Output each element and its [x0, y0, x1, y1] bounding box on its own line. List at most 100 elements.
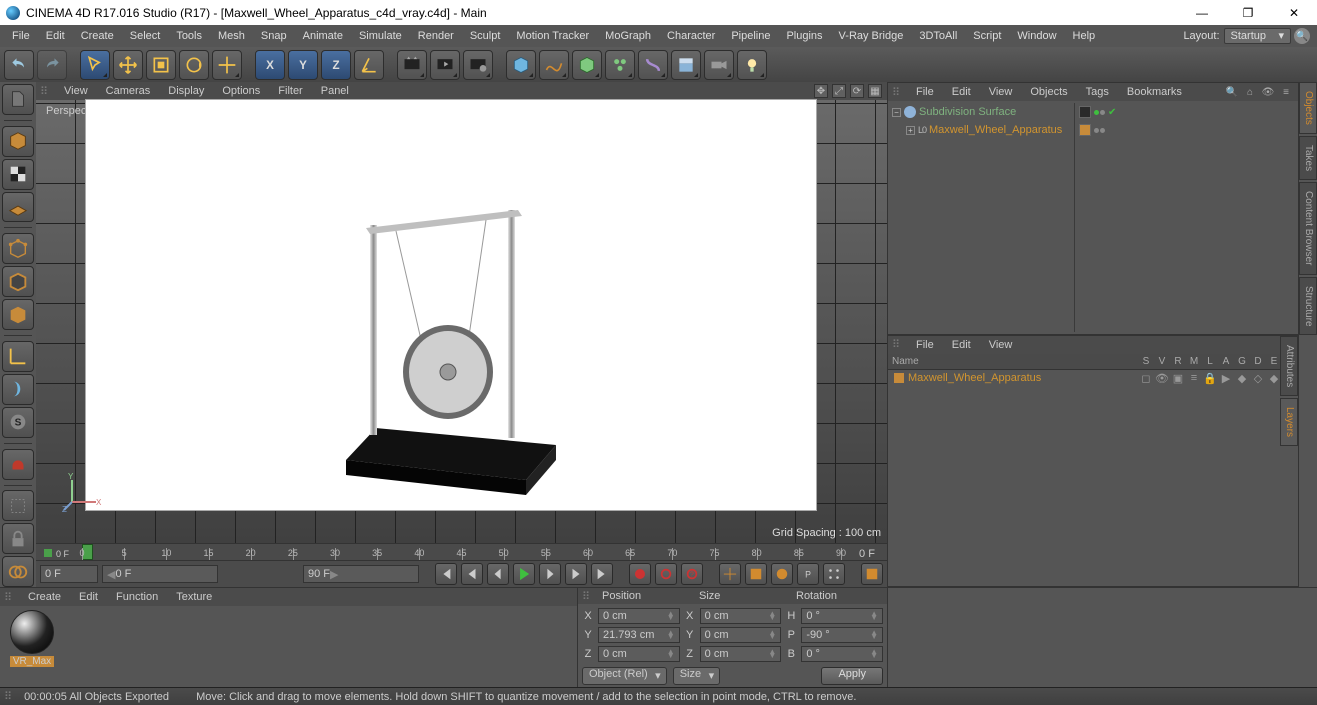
edge-mode-button[interactable]	[2, 266, 34, 297]
menu-sculpt[interactable]: Sculpt	[462, 25, 509, 47]
xray-mode-button[interactable]	[2, 556, 34, 587]
menu-tools[interactable]: Tools	[168, 25, 210, 47]
next-frame-button[interactable]	[539, 563, 561, 585]
menu-bookmarks[interactable]: Bookmarks	[1119, 83, 1190, 101]
layer-render-toggle[interactable]: ▣	[1170, 372, 1186, 385]
layer-view-toggle[interactable]: 👁	[1154, 372, 1170, 385]
visibility-dots[interactable]	[1094, 110, 1105, 115]
tree-row-maxwell-wheel[interactable]: + L0 Maxwell_Wheel_Apparatus	[888, 121, 1074, 139]
side-tab-layers[interactable]: Layers	[1280, 398, 1298, 446]
viewport-zoom-icon[interactable]: ⤢	[832, 84, 846, 98]
menu-simulate[interactable]: Simulate	[351, 25, 410, 47]
render-pv-button[interactable]	[430, 50, 460, 80]
size-y-field[interactable]: 0 cm▲▼	[700, 627, 782, 643]
layout-select[interactable]: Startup	[1224, 28, 1291, 44]
viewport-move-icon[interactable]: ✥	[814, 84, 828, 98]
key-scale-toggle[interactable]	[745, 563, 767, 585]
pos-z-field[interactable]: 0 cm▲▼	[598, 646, 680, 662]
menu-edit[interactable]: Edit	[944, 83, 979, 101]
window-maximize-button[interactable]: ❐	[1225, 0, 1271, 25]
layer-tag-icon[interactable]	[1079, 106, 1091, 118]
move-tool[interactable]	[113, 50, 143, 80]
menu-3dtoall[interactable]: 3DToAll	[911, 25, 965, 47]
play-button[interactable]	[513, 563, 535, 585]
menu-objects[interactable]: Objects	[1022, 83, 1075, 101]
side-tab-structure[interactable]: Structure	[1299, 277, 1317, 336]
next-key-button[interactable]	[565, 563, 587, 585]
model-mode-button[interactable]	[2, 126, 34, 157]
size-x-field[interactable]: 0 cm▲▼	[700, 608, 782, 624]
menu-edit[interactable]: Edit	[38, 25, 73, 47]
add-environment-button[interactable]	[671, 50, 701, 80]
render-settings-button[interactable]	[463, 50, 493, 80]
add-spline-button[interactable]	[539, 50, 569, 80]
layer-gen-toggle[interactable]: ◆	[1234, 372, 1250, 385]
pos-y-field[interactable]: 21.793 cm▲▼	[598, 627, 680, 643]
viewport-solo-button[interactable]	[2, 374, 34, 405]
layer-anim-toggle[interactable]: ▶	[1218, 372, 1234, 385]
menu-script[interactable]: Script	[965, 25, 1009, 47]
add-primitive-button[interactable]	[506, 50, 536, 80]
menu-select[interactable]: Select	[122, 25, 169, 47]
rot-p-field[interactable]: -90 °▲▼	[801, 627, 883, 643]
grip-icon[interactable]: ⠿	[892, 86, 906, 99]
rotate-tool[interactable]	[179, 50, 209, 80]
filter-icon[interactable]: ≡	[1279, 85, 1293, 99]
grip-icon[interactable]: ⠿	[582, 590, 596, 603]
side-tab-takes[interactable]: Takes	[1299, 136, 1317, 180]
menu-file[interactable]: File	[4, 25, 38, 47]
prev-key-button[interactable]	[461, 563, 483, 585]
coords-apply-button[interactable]: Apply	[821, 667, 883, 685]
menu-view[interactable]: View	[56, 82, 96, 100]
menu-pipeline[interactable]: Pipeline	[723, 25, 778, 47]
coords-size-select[interactable]: Size	[673, 667, 720, 685]
search-commands-icon[interactable]: 🔍	[1294, 28, 1310, 44]
redo-button[interactable]	[37, 50, 67, 80]
viewport[interactable]: Perspective	[36, 100, 887, 543]
menu-render[interactable]: Render	[410, 25, 462, 47]
rot-h-field[interactable]: 0 °▲▼	[801, 608, 883, 624]
menu-edit[interactable]: Edit	[944, 336, 979, 354]
add-mograph-button[interactable]	[605, 50, 635, 80]
grip-icon[interactable]: ⠿	[4, 591, 18, 604]
prev-frame-button[interactable]	[487, 563, 509, 585]
record-button[interactable]	[629, 563, 651, 585]
menu-plugins[interactable]: Plugins	[778, 25, 830, 47]
soft-selection-button[interactable]	[2, 449, 34, 480]
menu-display[interactable]: Display	[160, 82, 212, 100]
goto-end-button[interactable]	[591, 563, 613, 585]
add-deformer-button[interactable]	[638, 50, 668, 80]
last-tool[interactable]	[212, 50, 242, 80]
menu-help[interactable]: Help	[1065, 25, 1104, 47]
menu-function[interactable]: Function	[108, 588, 166, 606]
undo-button[interactable]	[4, 50, 34, 80]
timeline-current-frame-field[interactable]: 0 F	[40, 565, 98, 583]
layer-tag-icon[interactable]	[1079, 124, 1091, 136]
menu-panel[interactable]: Panel	[313, 82, 357, 100]
menu-create[interactable]: Create	[20, 588, 69, 606]
menu-mesh[interactable]: Mesh	[210, 25, 253, 47]
tweak-mode-button[interactable]	[2, 490, 34, 521]
render-view-button[interactable]	[397, 50, 427, 80]
layer-lock-toggle[interactable]: 🔒	[1202, 372, 1218, 385]
axis-x-toggle[interactable]: X	[255, 50, 285, 80]
snap-enable-button[interactable]: S	[2, 407, 34, 438]
grip-icon[interactable]: ⠿	[4, 690, 12, 703]
size-z-field[interactable]: 0 cm▲▼	[700, 646, 782, 662]
menu-mograph[interactable]: MoGraph	[597, 25, 659, 47]
workplane-mode-button[interactable]	[2, 192, 34, 223]
menu-file[interactable]: File	[908, 336, 942, 354]
live-selection-tool[interactable]	[80, 50, 110, 80]
timeline-range-max-field[interactable]: 90 F ▶	[303, 565, 419, 583]
menu-tags[interactable]: Tags	[1078, 83, 1117, 101]
viewport-rotate-icon[interactable]: ⟳	[850, 84, 864, 98]
eye-icon[interactable]: 👁	[1261, 85, 1275, 99]
key-pos-toggle[interactable]	[719, 563, 741, 585]
menu-view[interactable]: View	[981, 83, 1021, 101]
menu-edit[interactable]: Edit	[71, 588, 106, 606]
window-minimize-button[interactable]: —	[1179, 0, 1225, 25]
menu-texture[interactable]: Texture	[168, 588, 220, 606]
menu-cameras[interactable]: Cameras	[98, 82, 159, 100]
search-icon[interactable]: 🔍	[1225, 85, 1239, 99]
layer-color-swatch[interactable]	[894, 373, 904, 383]
